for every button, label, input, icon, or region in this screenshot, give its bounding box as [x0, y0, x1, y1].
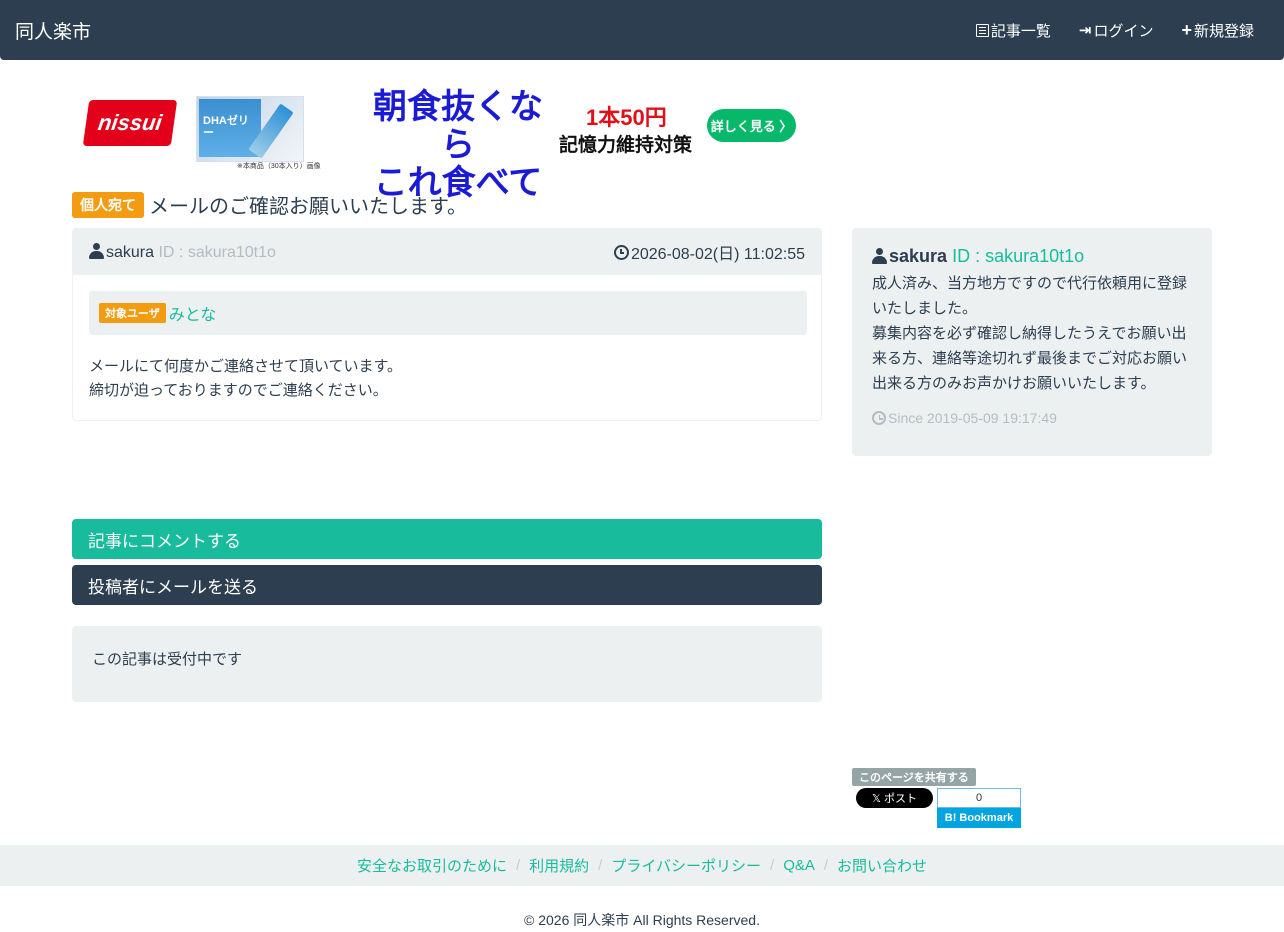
login-icon: ⇥	[1078, 22, 1092, 39]
nav-login[interactable]: ⇥ ログイン	[1079, 20, 1154, 41]
footer-link-qa[interactable]: Q&A	[783, 857, 815, 874]
post-status: この記事は受付中です	[72, 626, 822, 702]
profile-header: sakura ID : sakura10t1o	[872, 246, 1192, 267]
user-icon	[89, 242, 104, 259]
brand-logo[interactable]: 同人楽市	[15, 17, 91, 44]
footer-separator: /	[823, 857, 829, 874]
nav-items: 記事一覧 ⇥ ログイン + 新規登録	[948, 0, 1254, 60]
nav-register[interactable]: + 新規登録	[1181, 20, 1254, 41]
ad-headline: 朝食抜くなら これ食べて	[358, 88, 558, 202]
post-datetime-text: 2026-08-02(日) 11:02:55	[630, 246, 805, 263]
post-title-row: 個人宛て メールのご確認お願いいたします。	[72, 190, 467, 219]
ad-banner[interactable]: nissui DHAゼリー ※本商品（30本入り）画像 朝食抜くなら これ食べて…	[80, 88, 800, 202]
x-post-button[interactable]: 𝕏 ポスト	[856, 788, 933, 808]
profile-id: ID : sakura10t1o	[952, 246, 1085, 266]
profile-name[interactable]: sakura	[889, 246, 947, 266]
author-profile-card: sakura ID : sakura10t1o 成人済み、当方地方ですので代行依…	[852, 228, 1212, 456]
profile-line1: 成人済み、当方地方ですので代行依頼用に登録いたしました。	[872, 275, 1188, 317]
post-body-line1: メールにて何度かご連絡させて頂いています。	[89, 358, 403, 375]
profile-since-text: Since 2019-05-09 19:17:49	[888, 410, 1057, 426]
footer-separator: /	[598, 857, 603, 874]
footer-separator: /	[770, 857, 775, 874]
post-datetime: 2026-08-02(日) 11:02:55	[613, 240, 805, 264]
profile-line2: 募集内容を必ず確認し納得したうえでお願い出来る方、連絡等途切れず最後までご対応お…	[872, 325, 1188, 392]
ad-product-image: DHAゼリー ※本商品（30本入り）画像	[196, 96, 321, 170]
post-author-name[interactable]: sakura	[106, 244, 154, 261]
footer-link-terms[interactable]: 利用規約	[529, 855, 589, 876]
copyright: © 2026 同人楽市 All Rights Reserved.	[524, 912, 760, 928]
ad-brand-logo: nissui	[82, 100, 178, 146]
clock-icon	[613, 245, 629, 260]
nav-article-list-label: 記事一覧	[990, 22, 1051, 40]
target-user-label: 対象ユーザ	[99, 303, 166, 323]
post-panel: sakura ID : sakura10t1o 2026-08-02(日) 11…	[72, 228, 822, 421]
plus-icon: +	[1181, 20, 1192, 40]
ad-subline: 記憶力維持対策	[559, 135, 693, 156]
target-user-link[interactable]: みとな	[169, 301, 217, 325]
target-user-box: 対象ユーザ みとな	[89, 291, 807, 335]
footer-link-contact[interactable]: お問い合わせ	[837, 855, 927, 876]
hatena-bookmark-button[interactable]: 0 B! Bookmark	[937, 788, 1021, 828]
post-author: sakura ID : sakura10t1o	[89, 242, 276, 262]
ad-cta-button[interactable]: 詳しく見る 〉	[707, 109, 796, 142]
user-icon	[872, 248, 887, 264]
nav-login-label: ログイン	[1093, 22, 1154, 40]
top-navbar: 同人楽市 記事一覧 ⇥ ログイン + 新規登録	[0, 0, 1284, 60]
post-body: メールにて何度かご連絡させて頂いています。 締切が迫っておりますのでご連絡くださ…	[89, 355, 402, 403]
nav-register-label: 新規登録	[1193, 22, 1254, 40]
footer-separator: /	[515, 857, 521, 874]
profile-since: Since 2019-05-09 19:17:49	[872, 410, 1192, 426]
post-type-badge: 個人宛て	[72, 191, 144, 218]
send-mail-button[interactable]: 投稿者にメールを送る	[72, 565, 822, 605]
hatena-count: 0	[937, 788, 1021, 808]
ad-headline-line1: 朝食抜くなら	[373, 88, 543, 164]
clock-icon	[872, 411, 886, 425]
list-icon	[975, 23, 989, 37]
nav-article-list[interactable]: 記事一覧	[975, 20, 1051, 41]
ad-product-note: ※本商品（30本入り）画像	[237, 163, 321, 170]
footer-links: 安全なお取引のために / 利用規約 / プライバシーポリシー / Q&A / お…	[0, 845, 1284, 886]
post-title: メールのご確認お願いいたします。	[149, 196, 467, 218]
post-panel-header: sakura ID : sakura10t1o 2026-08-02(日) 11…	[73, 229, 821, 275]
comment-button[interactable]: 記事にコメントする	[72, 519, 822, 559]
profile-description: 成人済み、当方地方ですので代行依頼用に登録いたしました。 募集内容を必ず確認し納…	[872, 271, 1192, 396]
footer-link-privacy[interactable]: プライバシーポリシー	[611, 855, 761, 876]
footer-link-safety[interactable]: 安全なお取引のために	[357, 855, 507, 876]
hatena-label: B! Bookmark	[937, 808, 1021, 828]
post-author-id: ID : sakura10t1o	[158, 243, 276, 261]
share-label: このページを共有する	[852, 768, 976, 786]
ad-price: 1本50円	[586, 105, 667, 130]
post-body-line2: 締切が迫っておりますのでご連絡ください。	[89, 382, 388, 399]
